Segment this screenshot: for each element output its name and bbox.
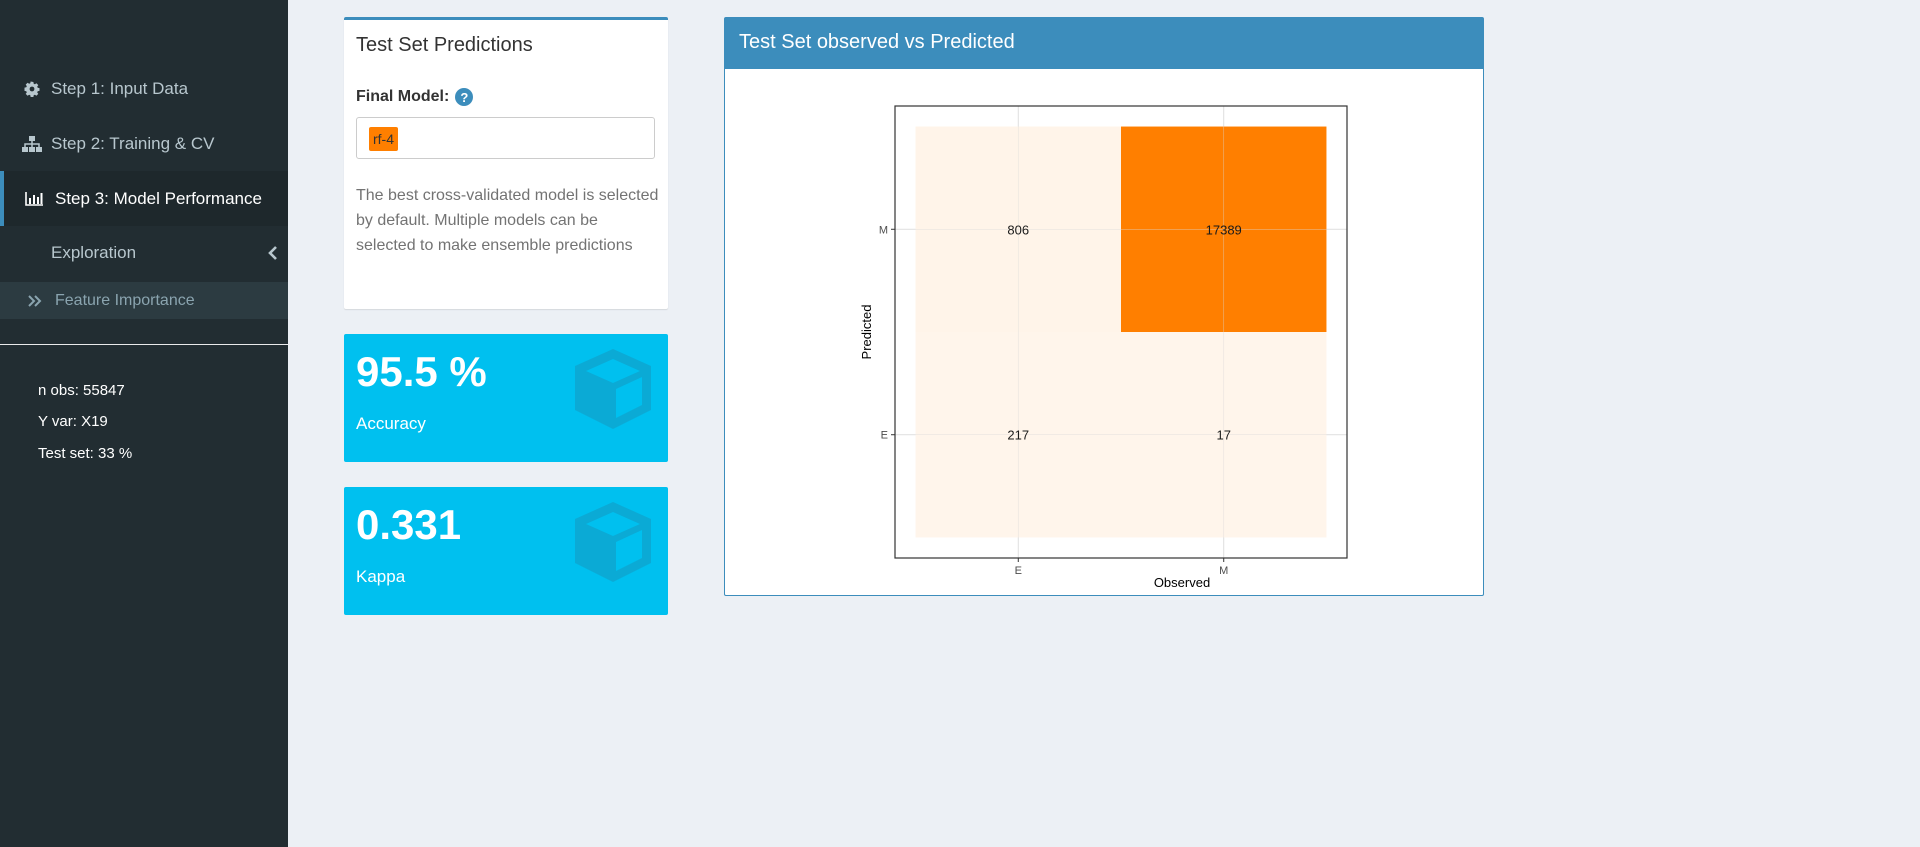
selected-model-tag[interactable]: rf-4 — [369, 127, 398, 151]
sidebar-item-model-performance[interactable]: Step 3: Model Performance — [0, 171, 288, 226]
sidebar-item-label: Step 1: Input Data — [51, 78, 189, 98]
x-axis-label: Observed — [1154, 575, 1210, 590]
chart-box-title: Test Set observed vs Predicted — [739, 31, 1015, 53]
sidebar-item-label: Step 2: Training & CV — [51, 133, 215, 153]
sidebar-item-input-data[interactable]: Step 1: Input Data — [0, 61, 288, 116]
gear-icon — [0, 81, 51, 97]
x-tick-label: M — [1219, 565, 1228, 577]
final-model-label: Final Model: ? — [356, 88, 474, 106]
final-model-help-text: The best cross-validated model is select… — [356, 187, 659, 254]
cube-icon — [568, 497, 658, 592]
y-axis-label: Predicted — [859, 305, 874, 360]
sidebar-submenu-exploration[interactable]: Exploration — [0, 226, 288, 280]
accuracy-label: Accuracy — [356, 414, 426, 433]
final-model-select[interactable]: rf-4 — [356, 117, 655, 159]
test-set-text: Test set: 33 % — [38, 445, 133, 462]
sidebar-submenu-label: Exploration — [51, 243, 137, 262]
accuracy-value: 95.5 % — [356, 348, 487, 395]
predictions-title: Test Set Predictions — [356, 34, 533, 56]
predictions-box: Test Set Predictions Final Model: ? rf-4… — [344, 17, 668, 309]
sidebar: Step 1: Input Data Step 2: Training & CV… — [0, 0, 288, 847]
observed-vs-predicted-box: Test Set observed vs Predicted 806 17389 2… — [724, 17, 1484, 596]
sidebar-item-training-cv[interactable]: Step 2: Training & CV — [0, 116, 288, 171]
sidebar-divider — [0, 344, 288, 345]
bar-chart-icon — [4, 191, 55, 206]
cell-value-label: 17 — [1216, 428, 1230, 443]
sidebar-subitem-label: Feature Importance — [55, 291, 195, 309]
final-model-label-text: Final Model: — [356, 88, 450, 105]
y-tick-label: E — [881, 430, 888, 442]
kappa-value-box: 0.331 Kappa — [344, 487, 668, 615]
confusion-matrix-chart: 806 17389 217 17 E M E M Observed Predicted — [859, 105, 1348, 590]
sidebar-item-label: Step 3: Model Performance — [55, 188, 262, 208]
sidebar-subitem-feature-importance[interactable]: Feature Importance — [0, 282, 288, 319]
y-var-text: Y var: X19 — [38, 413, 108, 430]
chevron-left-icon — [258, 246, 288, 260]
kappa-value: 0.331 — [356, 501, 462, 548]
kappa-label: Kappa — [356, 567, 406, 586]
cell-value-label: 806 — [1007, 222, 1029, 237]
double-chevron-right-icon — [0, 294, 55, 307]
n-obs-text: n obs: 55847 — [38, 382, 125, 399]
chart-box-header: Test Set observed vs Predicted — [725, 18, 1483, 69]
cell-value-label: 217 — [1007, 428, 1029, 443]
y-tick-label: M — [879, 224, 888, 236]
x-tick-label: E — [1015, 565, 1022, 577]
help-icon[interactable]: ? — [455, 88, 474, 106]
cell-value-label: 17389 — [1206, 222, 1242, 237]
cube-icon — [568, 344, 658, 439]
accuracy-value-box: 95.5 % Accuracy — [344, 334, 668, 462]
sitemap-icon — [0, 135, 51, 152]
